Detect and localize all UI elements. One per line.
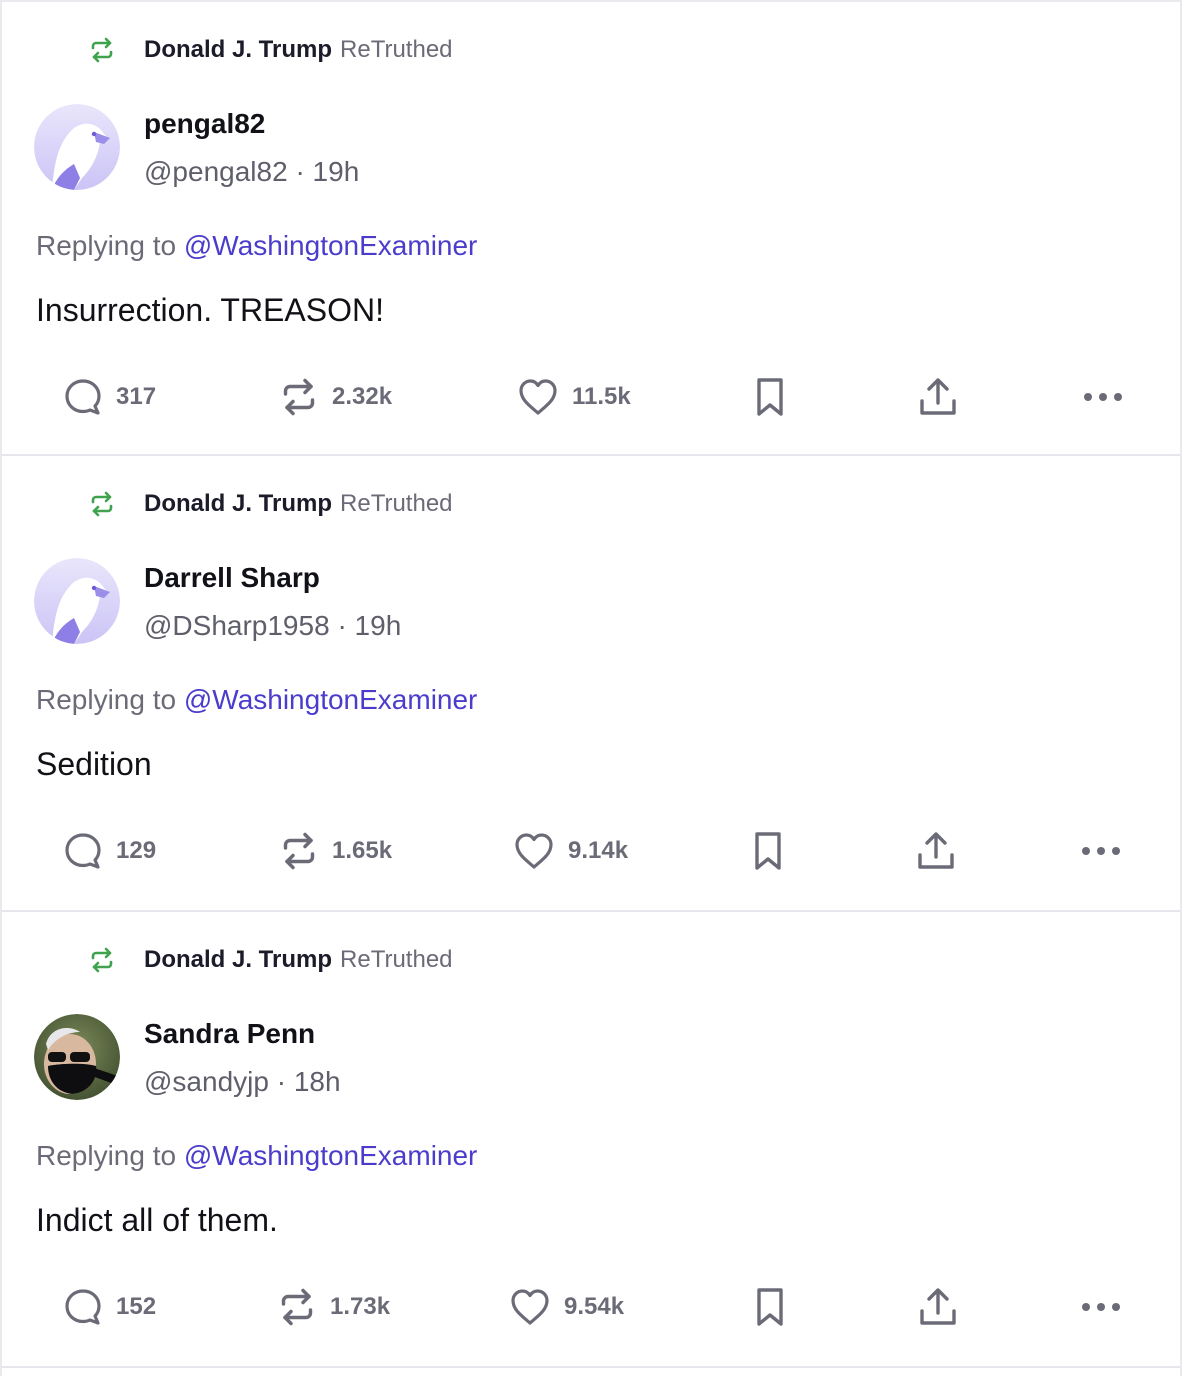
retruth-count: 1.73k (330, 1293, 391, 1320)
reply-button[interactable]: 317 (62, 372, 156, 422)
like-button[interactable]: 11.5k (516, 372, 631, 422)
more-button[interactable] (1080, 826, 1122, 876)
avatar[interactable] (34, 104, 120, 190)
retruth-author[interactable]: Donald J. Trump (144, 946, 332, 974)
meta-separator: · (276, 1066, 287, 1097)
retruth-count: 1.65k (332, 837, 393, 864)
more-icon (1082, 1303, 1120, 1311)
avatar[interactable] (34, 1014, 120, 1100)
reply-mention-link[interactable]: @WashingtonExaminer (184, 684, 478, 715)
reply-button[interactable]: 129 (62, 826, 156, 876)
share-icon (920, 378, 956, 415)
heart-icon (519, 379, 557, 415)
retruth-icon (88, 489, 118, 519)
bookmark-button[interactable] (750, 826, 786, 876)
like-button[interactable]: 9.54k (508, 1282, 624, 1332)
retruth-button[interactable]: 1.73k (276, 1282, 390, 1332)
timestamp[interactable]: 19h (355, 610, 402, 641)
retruth-icon (88, 945, 118, 975)
action-bar: 317 2.32k 11.5k (2, 372, 1180, 422)
share-icon (920, 1288, 956, 1325)
reply-context: Replying to @WashingtonExaminer (36, 1140, 477, 1172)
share-button[interactable] (916, 372, 960, 422)
share-button[interactable] (916, 1282, 960, 1332)
heart-icon (515, 833, 553, 869)
bookmark-icon (757, 378, 783, 416)
like-count: 11.5k (572, 383, 631, 410)
post-meta: @DSharp1958 · 19h (144, 610, 401, 642)
handle[interactable]: @pengal82 (144, 156, 288, 187)
post[interactable]: Donald J. Trump ReTruthed Sandra Penn @s… (2, 912, 1180, 1368)
bookmark-icon (757, 1288, 783, 1326)
retruth-icon (281, 1288, 313, 1326)
comment-icon (65, 379, 101, 415)
handle[interactable]: @sandyjp (144, 1066, 269, 1097)
post-body: Sedition (36, 746, 152, 782)
post-meta: @pengal82 · 19h (144, 156, 359, 188)
avatar[interactable] (34, 558, 120, 644)
retruth-icon (283, 378, 315, 416)
display-name[interactable]: pengal82 (144, 108, 265, 140)
action-bar: 152 1.73k 9.54k (2, 1282, 1180, 1332)
more-icon (1084, 393, 1122, 401)
more-button[interactable] (1082, 372, 1124, 422)
meta-separator: · (337, 610, 347, 641)
bookmark-icon (755, 832, 781, 870)
retruth-label: ReTruthed (340, 946, 453, 973)
comment-icon (65, 1289, 101, 1325)
timeline-feed: Donald J. Trump ReTruthed pengal82 @peng… (0, 0, 1182, 1376)
post-body: Indict all of them. (36, 1202, 278, 1238)
reply-context: Replying to @WashingtonExaminer (36, 684, 477, 716)
comment-icon (65, 833, 101, 869)
retruth-count: 2.32k (332, 383, 393, 410)
timestamp[interactable]: 18h (294, 1066, 341, 1097)
retruth-button[interactable]: 2.32k (278, 372, 392, 422)
meta-separator: · (295, 156, 305, 187)
retruth-banner: Donald J. Trump ReTruthed (88, 486, 453, 522)
timestamp[interactable]: 19h (313, 156, 360, 187)
like-button[interactable]: 9.14k (512, 826, 628, 876)
retruth-icon (283, 832, 315, 870)
retruth-label: ReTruthed (340, 490, 453, 517)
display-name[interactable]: Sandra Penn (144, 1018, 315, 1050)
post[interactable]: Donald J. Trump ReTruthed Darrell Sharp … (2, 456, 1180, 912)
share-icon (918, 832, 954, 869)
retruth-banner: Donald J. Trump ReTruthed (88, 32, 453, 68)
reply-prefix: Replying to (36, 1140, 177, 1171)
reply-prefix: Replying to (36, 684, 177, 715)
retruth-icon (88, 35, 118, 65)
action-bar: 129 1.65k 9.14k (2, 826, 1180, 876)
more-icon (1082, 847, 1120, 855)
retruth-author[interactable]: Donald J. Trump (144, 36, 332, 64)
more-button[interactable] (1080, 1282, 1122, 1332)
reply-context: Replying to @WashingtonExaminer (36, 230, 477, 262)
reply-count: 152 (116, 1293, 157, 1320)
post[interactable]: Donald J. Trump ReTruthed pengal82 @peng… (2, 0, 1180, 456)
like-count: 9.54k (564, 1293, 625, 1320)
share-button[interactable] (914, 826, 958, 876)
post-body: Insurrection. TREASON! (36, 292, 384, 328)
post-meta: @sandyjp · 18h (144, 1066, 341, 1098)
bookmark-button[interactable] (752, 1282, 788, 1332)
reply-mention-link[interactable]: @WashingtonExaminer (184, 230, 478, 261)
reply-prefix: Replying to (36, 230, 177, 261)
bookmark-button[interactable] (752, 372, 788, 422)
retruth-banner: Donald J. Trump ReTruthed (88, 942, 453, 978)
display-name[interactable]: Darrell Sharp (144, 562, 320, 594)
handle[interactable]: @DSharp1958 (144, 610, 330, 641)
like-count: 9.14k (568, 837, 629, 864)
retruth-author[interactable]: Donald J. Trump (144, 490, 332, 518)
heart-icon (511, 1289, 549, 1325)
reply-mention-link[interactable]: @WashingtonExaminer (184, 1140, 478, 1171)
reply-button[interactable]: 152 (62, 1282, 156, 1332)
reply-count: 317 (116, 383, 157, 410)
retruth-label: ReTruthed (340, 36, 453, 63)
retruth-button[interactable]: 1.65k (278, 826, 392, 876)
reply-count: 129 (116, 837, 157, 864)
